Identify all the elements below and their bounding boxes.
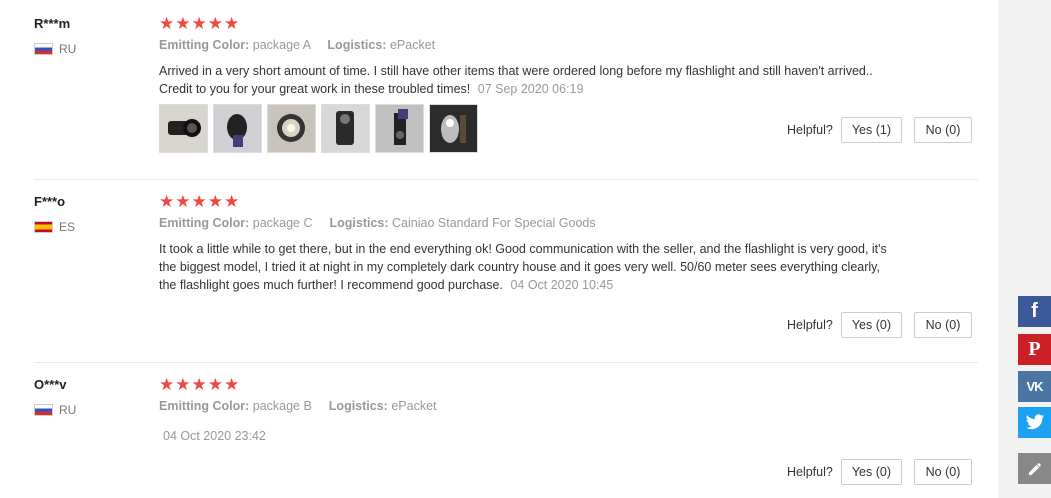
review-meta: Emitting Color: package C Logistics: Cai… bbox=[159, 216, 596, 230]
russia-flag-icon bbox=[34, 404, 53, 416]
helpful-controls: Helpful? Yes (0) No (0) bbox=[787, 459, 972, 485]
color-label: Emitting Color: bbox=[159, 399, 250, 413]
helpful-no-button[interactable]: No (0) bbox=[914, 117, 972, 143]
review-photo[interactable] bbox=[429, 104, 478, 153]
review-item: F***o ES ★★★★★ Emitting Color: package C… bbox=[34, 192, 978, 344]
reviewer-country: ES bbox=[34, 220, 75, 234]
review-photos bbox=[159, 104, 478, 153]
review-divider bbox=[34, 179, 978, 180]
color-label: Emitting Color: bbox=[159, 38, 250, 52]
star-rating: ★★★★★ bbox=[159, 375, 241, 394]
star-rating: ★★★★★ bbox=[159, 14, 241, 33]
reviewer-name: O***v bbox=[34, 377, 67, 392]
review-meta: Emitting Color: package B Logistics: ePa… bbox=[159, 399, 437, 413]
facebook-icon: f bbox=[1031, 300, 1038, 322]
review-item: R***m RU ★★★★★ Emitting Color: package A… bbox=[34, 14, 978, 166]
logistics-label: Logistics: bbox=[329, 216, 389, 230]
logistics-value: Cainiao Standard For Special Goods bbox=[392, 216, 596, 230]
review-photo[interactable] bbox=[159, 104, 208, 153]
helpful-yes-button[interactable]: Yes (1) bbox=[840, 117, 902, 143]
review-text: It took a little while to get there, but… bbox=[159, 240, 889, 294]
helpful-controls: Helpful? Yes (0) No (0) bbox=[787, 312, 972, 338]
helpful-label: Helpful? bbox=[786, 123, 833, 137]
helpful-yes-button[interactable]: Yes (0) bbox=[840, 459, 902, 485]
helpful-no-button[interactable]: No (0) bbox=[914, 312, 972, 338]
review-photo[interactable] bbox=[375, 104, 424, 153]
review-text: Arrived in a very short amount of time. … bbox=[159, 62, 889, 98]
pinterest-icon: P bbox=[1028, 338, 1041, 360]
review-divider bbox=[34, 362, 978, 363]
reviewer-country: RU bbox=[34, 403, 76, 417]
reviews-panel: R***m RU ★★★★★ Emitting Color: package A… bbox=[0, 0, 998, 498]
spain-flag-icon bbox=[34, 221, 53, 233]
review-photo[interactable] bbox=[267, 104, 316, 153]
country-code: ES bbox=[59, 220, 76, 234]
helpful-controls: Helpful? Yes (1) No (0) bbox=[787, 117, 972, 143]
helpful-label: Helpful? bbox=[786, 465, 833, 479]
logistics-label: Logistics: bbox=[328, 399, 388, 413]
color-value: package A bbox=[252, 38, 311, 52]
review-photo[interactable] bbox=[321, 104, 370, 153]
review-photo[interactable] bbox=[213, 104, 262, 153]
facebook-share-button[interactable]: f bbox=[1018, 296, 1051, 327]
review-meta: Emitting Color: package A Logistics: ePa… bbox=[159, 38, 435, 52]
reviewer-name: F***o bbox=[34, 194, 66, 209]
review-text: 04 Oct 2020 23:42 bbox=[159, 427, 889, 445]
review-item: O***v RU ★★★★★ Emitting Color: package B… bbox=[34, 375, 978, 497]
color-value: package C bbox=[252, 216, 313, 230]
logistics-value: ePacket bbox=[391, 399, 437, 413]
country-code: RU bbox=[59, 403, 77, 417]
russia-flag-icon bbox=[34, 43, 53, 55]
country-code: RU bbox=[59, 42, 77, 56]
pinterest-share-button[interactable]: P bbox=[1018, 334, 1051, 365]
reviewer-country: RU bbox=[34, 42, 76, 56]
helpful-no-button[interactable]: No (0) bbox=[914, 459, 972, 485]
twitter-icon bbox=[1025, 414, 1044, 430]
color-value: package B bbox=[252, 399, 312, 413]
color-label: Emitting Color: bbox=[159, 216, 250, 230]
vk-icon: VK bbox=[1026, 379, 1043, 394]
star-rating: ★★★★★ bbox=[159, 192, 241, 211]
edit-icon bbox=[1028, 462, 1041, 475]
helpful-yes-button[interactable]: Yes (0) bbox=[840, 312, 902, 338]
twitter-share-button[interactable] bbox=[1018, 407, 1051, 438]
reviewer-name: R***m bbox=[34, 16, 71, 31]
helpful-label: Helpful? bbox=[786, 318, 833, 332]
review-date: 04 Oct 2020 10:45 bbox=[510, 278, 614, 292]
review-date: 04 Oct 2020 23:42 bbox=[163, 429, 266, 443]
logistics-label: Logistics: bbox=[327, 38, 387, 52]
edit-button[interactable] bbox=[1018, 453, 1051, 484]
vk-share-button[interactable]: VK bbox=[1018, 371, 1051, 402]
review-date: 07 Sep 2020 06:19 bbox=[477, 82, 584, 96]
logistics-value: ePacket bbox=[389, 38, 436, 52]
